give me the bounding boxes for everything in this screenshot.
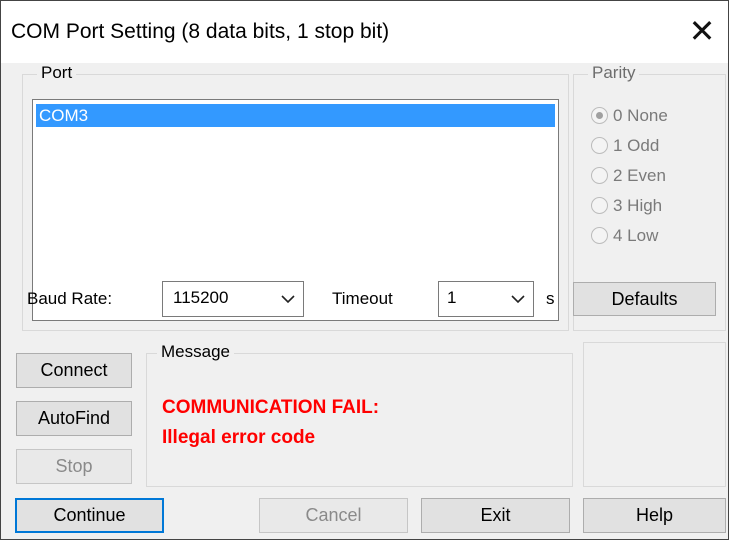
side-panel <box>583 342 726 487</box>
exit-button-label: Exit <box>480 505 511 525</box>
timeout-value: 1 <box>447 288 457 307</box>
parity-option-label: 4 Low <box>613 226 659 245</box>
baud-rate-label: Baud Rate: <box>27 289 113 308</box>
message-group-label: Message <box>157 342 234 362</box>
com-port-setting-dialog: COM Port Setting (8 data bits, 1 stop bi… <box>0 0 729 540</box>
radio-icon <box>591 107 608 124</box>
parity-option-label: 2 Even <box>613 166 666 185</box>
stop-button[interactable]: Stop <box>16 449 132 484</box>
parity-option-label: 1 Odd <box>613 136 660 155</box>
help-button[interactable]: Help <box>583 498 726 533</box>
message-line-2: Illegal error code <box>162 427 316 448</box>
radio-icon <box>591 227 608 244</box>
timeout-unit-label: s <box>546 289 555 308</box>
radio-icon <box>591 197 608 214</box>
autofind-button[interactable]: AutoFind <box>16 401 132 436</box>
settings-panel: Port COM3 Parity 0 None 1 Odd 2 Even 3 H… <box>1 63 728 331</box>
help-button-label: Help <box>635 505 674 525</box>
radio-icon <box>591 137 608 154</box>
chevron-down-icon <box>511 295 525 304</box>
autofind-button-label: AutoFind <box>37 408 111 428</box>
status-panel: Connect AutoFind Stop Message COMMUNICAT… <box>1 331 728 539</box>
port-list-item-com3[interactable]: COM3 <box>36 104 555 127</box>
cancel-button-label: Cancel <box>305 505 362 525</box>
window-title: COM Port Setting (8 data bits, 1 stop bi… <box>11 20 390 43</box>
title-bar: COM Port Setting (8 data bits, 1 stop bi… <box>1 1 728 63</box>
baud-rate-select[interactable]: 115200 <box>162 281 304 317</box>
timeout-label: Timeout <box>332 289 393 308</box>
port-group-label: Port <box>37 63 77 83</box>
defaults-button[interactable]: Defaults <box>573 282 716 316</box>
cancel-button[interactable]: Cancel <box>259 498 408 533</box>
message-line-1: COMMUNICATION FAIL: <box>162 397 380 418</box>
chevron-down-icon <box>281 295 295 304</box>
close-icon[interactable]: ✕ <box>684 11 720 51</box>
baud-rate-value: 115200 <box>173 288 229 307</box>
connect-button-label: Connect <box>40 360 108 380</box>
continue-button[interactable]: Continue <box>15 498 164 533</box>
stop-button-label: Stop <box>55 456 93 476</box>
parity-group-label: Parity <box>588 63 640 83</box>
message-group: Message <box>146 342 573 487</box>
radio-icon <box>591 167 608 184</box>
parity-option-label: 0 None <box>613 106 668 125</box>
connect-button[interactable]: Connect <box>16 353 132 388</box>
exit-button[interactable]: Exit <box>421 498 570 533</box>
defaults-button-label: Defaults <box>611 289 678 309</box>
parity-option-label: 3 High <box>613 196 663 215</box>
timeout-select[interactable]: 1 <box>438 281 534 317</box>
continue-button-label: Continue <box>53 505 126 525</box>
